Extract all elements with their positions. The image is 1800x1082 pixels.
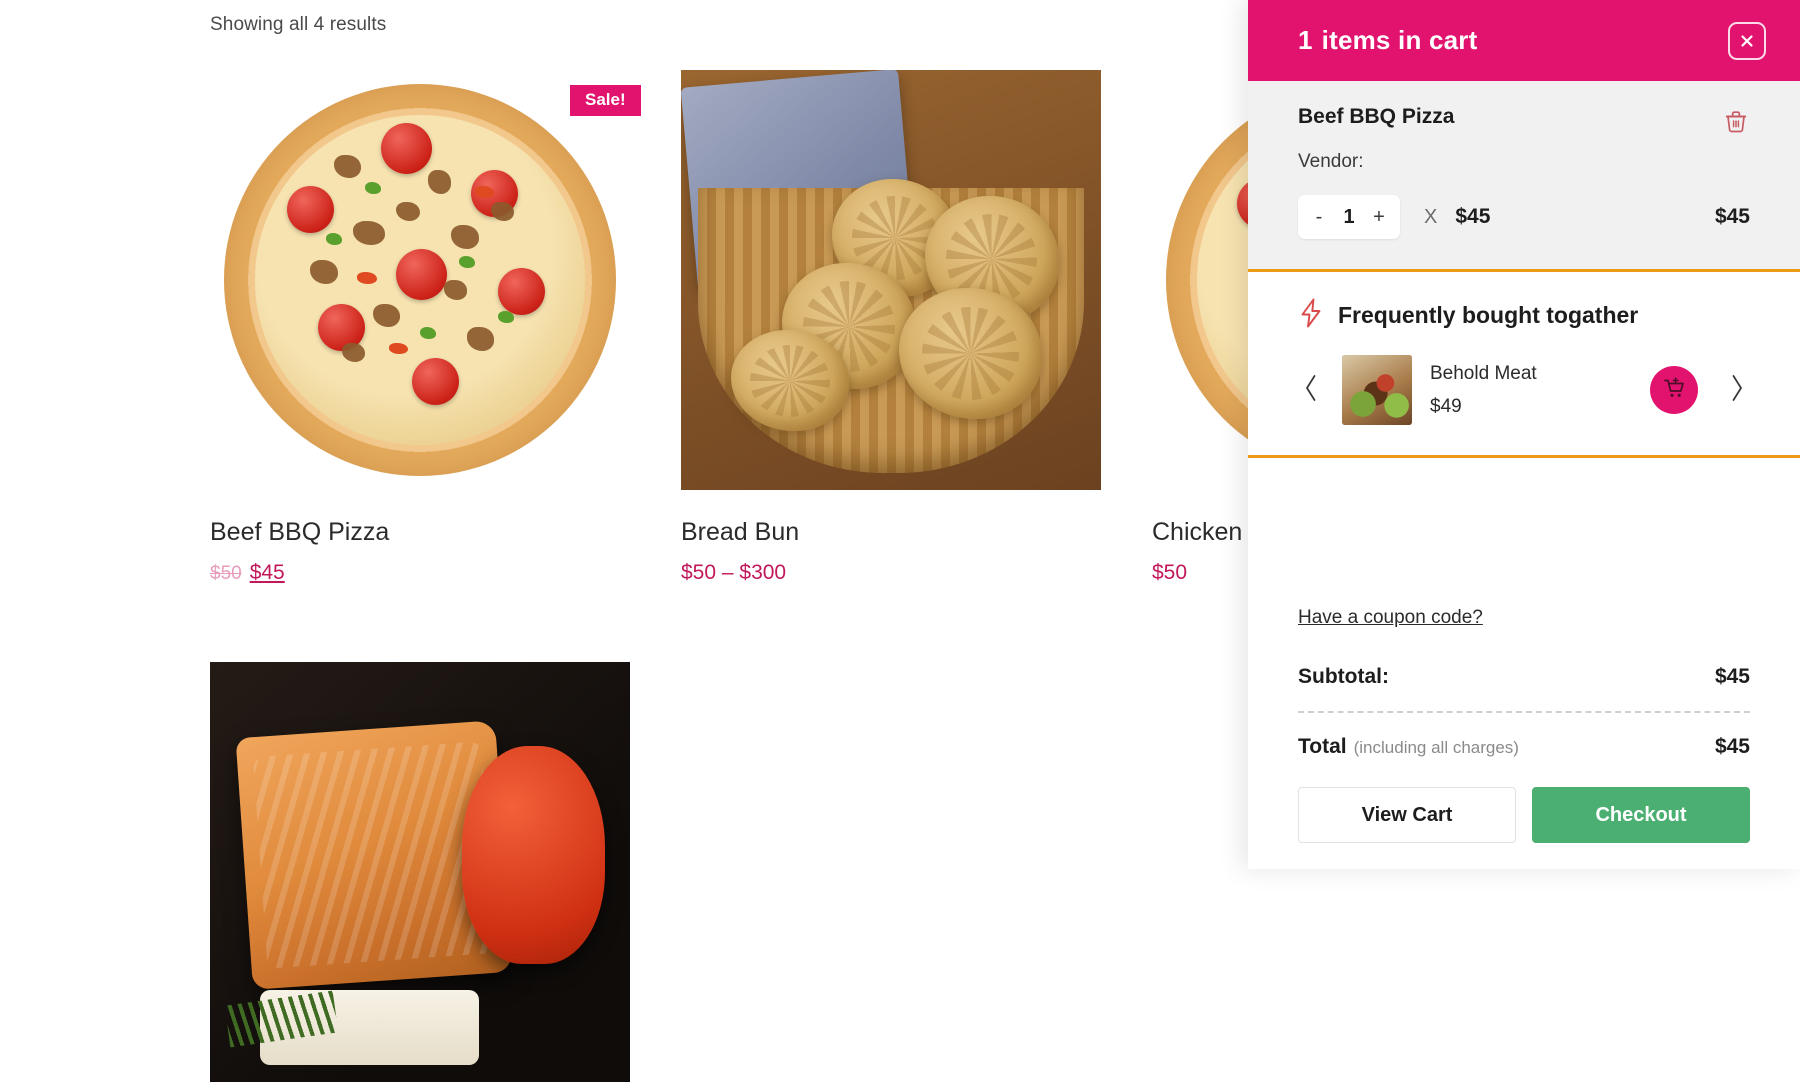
product-old-price: $50 [210,563,242,584]
cart-header: 1 items in cart [1248,0,1800,81]
cart-title-label: items in cart [1321,25,1478,55]
quantity-stepper[interactable]: - 1 + [1298,195,1400,239]
frequently-bought-together-section: Frequently bought togather Behold Meat $… [1248,272,1800,458]
frequently-bought-title: Frequently bought togather [1338,302,1639,328]
product-card[interactable] [210,662,630,1082]
remove-item-button[interactable] [1722,105,1750,135]
product-card[interactable]: Beef BBQ Pizza $50 $45 [210,70,630,585]
cart-item-count: 1 [1298,25,1313,55]
frequently-bought-product-image[interactable] [1342,355,1412,425]
multiply-symbol: X [1424,205,1438,228]
salmon-illustration [210,662,630,1082]
quantity-value[interactable]: 1 [1336,206,1362,229]
quantity-increase-button[interactable]: + [1362,196,1396,238]
close-icon [1738,32,1756,50]
cart-line-item: Beef BBQ Pizza Vendor: - 1 + X $45 $45 [1248,81,1800,272]
carousel-prev-button[interactable] [1298,373,1324,408]
cart-item-quantity-row: - 1 + X $45 $45 [1298,195,1750,239]
summary-divider [1298,711,1750,713]
frequently-bought-product-info: Behold Meat $49 [1430,363,1650,418]
sale-badge: Sale! [570,85,641,116]
subtotal-label: Subtotal: [1298,665,1389,688]
page-root: Showing all 4 results Sale! Beef BBQ Piz… [0,0,1800,1082]
product-image-beef-bbq-pizza[interactable] [210,70,630,490]
cart-summary: Have a coupon code? Subtotal: $45 Total (… [1248,597,1800,869]
add-to-cart-button[interactable] [1650,366,1698,414]
cart-item-vendor: Vendor: [1298,151,1750,173]
product-image-bread-bun[interactable] [681,70,1101,490]
frequently-bought-carousel: Behold Meat $49 [1298,355,1750,425]
cart-item-unit-price: $45 [1455,205,1491,228]
carousel-next-button[interactable] [1724,373,1750,408]
pizza-illustration [224,84,616,476]
frequently-bought-product-price: $49 [1430,395,1462,417]
cart-item-name[interactable]: Beef BBQ Pizza [1298,105,1454,129]
product-price: $50 $45 [210,561,630,585]
product-sale-price: $45 [249,561,285,584]
total-label: Total (including all charges) [1298,735,1519,759]
product-title[interactable]: Beef BBQ Pizza [210,518,630,547]
cart-item-line-total: $45 [1714,205,1750,228]
frequently-bought-product-name[interactable]: Behold Meat [1430,363,1650,385]
product-card[interactable]: Bread Bun $50 – $300 [681,70,1101,585]
total-value: $45 [1714,735,1750,758]
cart-plus-icon [1662,376,1686,405]
chevron-left-icon [1302,373,1320,408]
total-note: (including all charges) [1353,738,1519,757]
product-title[interactable]: Bread Bun [681,518,1101,547]
quantity-decrease-button[interactable]: - [1302,196,1336,238]
trash-icon [1722,111,1750,139]
product-image-grilled-salmon[interactable] [210,662,630,1082]
subtotal-value: $45 [1714,665,1750,688]
cart-panel: 1 items in cart Beef BBQ Pizza Vendor: -… [1248,0,1800,869]
vendor-label: Vendor: [1298,151,1364,172]
cart-title: 1 items in cart [1298,25,1477,56]
coupon-code-link[interactable]: Have a coupon code? [1298,607,1483,629]
cart-action-buttons: View Cart Checkout [1298,787,1750,869]
chevron-right-icon [1728,373,1746,408]
results-count: Showing all 4 results [210,14,387,35]
total-label-text: Total [1298,735,1347,758]
view-cart-button[interactable]: View Cart [1298,787,1516,843]
close-cart-button[interactable] [1728,21,1766,60]
total-row: Total (including all charges) $45 [1298,735,1750,759]
product-price: $50 – $300 [681,561,787,584]
checkout-button[interactable]: Checkout [1532,787,1750,843]
subtotal-row: Subtotal: $45 [1298,665,1750,689]
bread-bun-illustration [681,70,1101,490]
lightning-bolt-icon [1298,298,1324,333]
